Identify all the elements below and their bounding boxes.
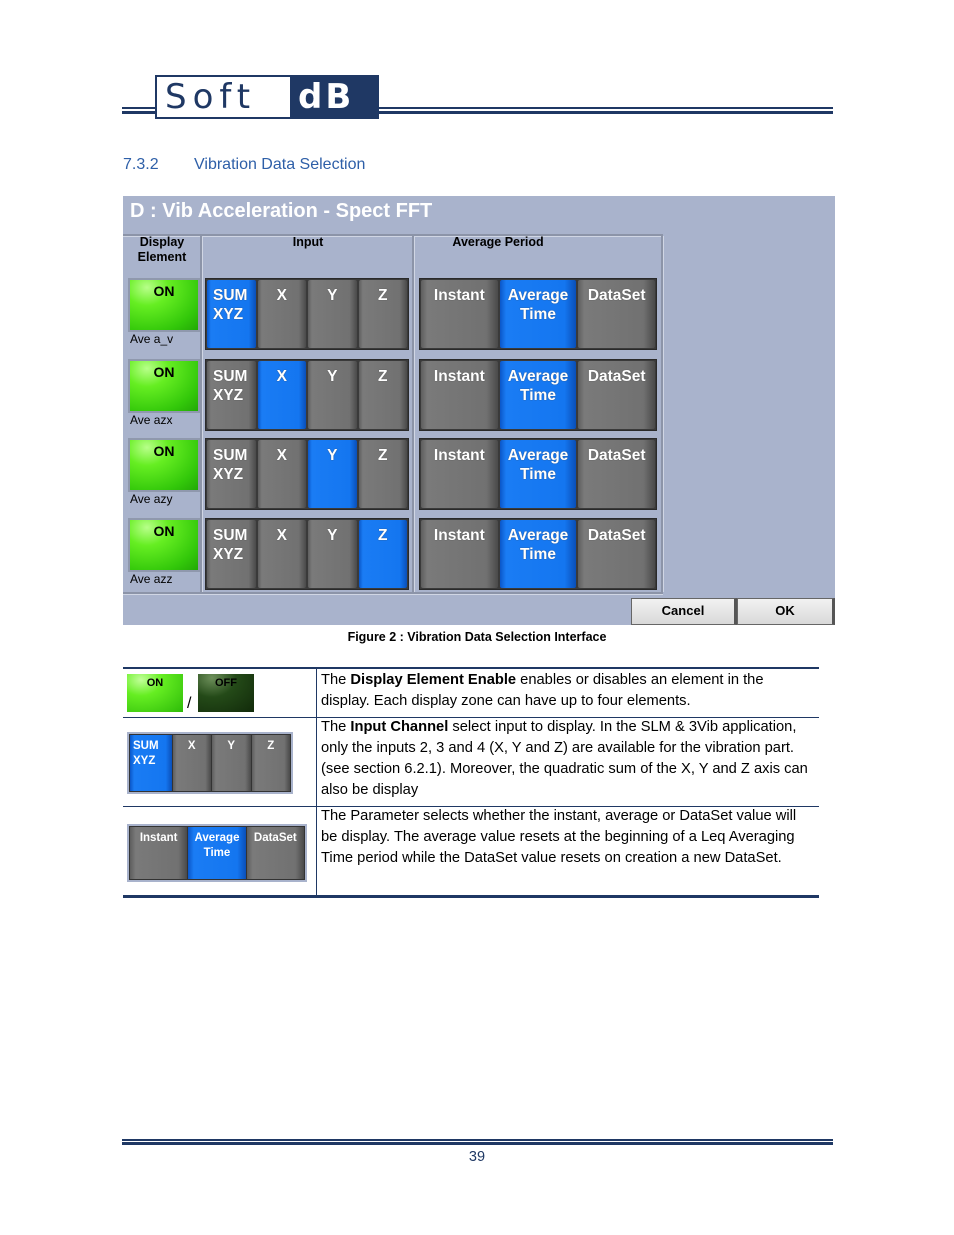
vib-data-selection-dialog: D : Vib Acceleration - Spect FFT Display… (123, 196, 835, 625)
bold-term: Input Channel (350, 719, 449, 735)
display-element-toggle[interactable]: ON (128, 438, 200, 492)
input-button-x[interactable]: X (257, 520, 307, 588)
element-row: ON Ave azx SUM XYZ X Y Z Instant Average Time Da… (123, 355, 663, 433)
cancel-button[interactable]: Cancel (631, 598, 737, 625)
section-heading: 7.3.2 Vibration Data Selection (123, 156, 365, 174)
period-button-average-time[interactable]: Average Time (499, 361, 577, 429)
element-label: Ave azx (130, 413, 173, 427)
input-button-y[interactable]: Y (308, 361, 357, 429)
display-element-toggle[interactable]: ON (128, 359, 200, 413)
element-label: Ave azz (130, 572, 173, 586)
period-button-dataset[interactable]: DataSet (578, 280, 656, 348)
element-row: ON Ave azy SUM XYZ X Y Z Instant Average Time Da… (123, 434, 663, 512)
input-button-sum-xyz[interactable]: SUM XYZ (207, 361, 256, 429)
average-period-group: Instant Average Time DataSet (419, 359, 657, 431)
text-fragment: The (321, 719, 351, 735)
input-channel-description: The Input Channel select input to displa… (321, 717, 816, 801)
element-row: ON Ave azz SUM XYZ X Y Z Instant Average Time Da… (123, 514, 663, 592)
period-button-instant[interactable]: Instant (421, 361, 498, 429)
input-button-sum-xyz[interactable]: SUM XYZ (207, 520, 256, 588)
grid-bottom-divider (123, 592, 663, 595)
figure-caption: Figure 2 : Vibration Data Selection Inte… (347, 630, 607, 644)
sample-period-button: Instant (130, 827, 188, 879)
element-label: Ave azy (130, 492, 173, 506)
parameter-description: The Parameter selects whether the instan… (321, 808, 797, 866)
input-button-y[interactable]: Y (308, 280, 357, 348)
display-element-toggle[interactable]: ON (128, 278, 200, 332)
section-title: Vibration Data Selection (194, 156, 366, 173)
logo-soft-text: Soft (165, 77, 257, 117)
average-period-group: Instant Average Time DataSet (419, 278, 657, 350)
display-element-toggle[interactable]: ON (128, 518, 200, 572)
period-button-average-time[interactable]: Average Time (499, 280, 577, 348)
average-period-group: Instant Average Time DataSet (419, 438, 657, 510)
period-button-dataset[interactable]: DataSet (578, 361, 656, 429)
sample-period-button: DataSet (246, 827, 304, 879)
column-header-display-element: Display Element (137, 235, 187, 264)
bold-term: Display Element Enable (350, 672, 517, 688)
input-channel-group: SUM XYZ X Y Z (205, 518, 409, 590)
footer-rule-thick (122, 1142, 833, 1145)
sample-input-button: Z (251, 735, 290, 791)
logo-db-text: dB (290, 77, 377, 117)
input-button-x[interactable]: X (257, 361, 307, 429)
period-button-instant[interactable]: Instant (421, 520, 498, 588)
column-header-input: Input (292, 235, 324, 249)
section-number: 7.3.2 (123, 156, 159, 173)
on-toggle-sample: ON (127, 674, 183, 712)
sample-input-button: SUM XYZ (130, 735, 172, 791)
text-fragment: The (321, 672, 351, 688)
period-button-instant[interactable]: Instant (421, 280, 498, 348)
sample-period-button: Average Time (188, 827, 246, 879)
input-button-z[interactable]: Z (358, 280, 407, 348)
dialog-title: D : Vib Acceleration - Spect FFT (130, 200, 433, 222)
softdb-logo: Soft dB (155, 75, 379, 119)
sample-input-button: X (172, 735, 211, 791)
period-button-average-time[interactable]: Average Time (499, 520, 577, 588)
input-button-x[interactable]: X (257, 440, 307, 508)
element-row: ON Ave a_v SUM XYZ X Y Z Instant Average Time Da… (123, 274, 663, 352)
input-button-y[interactable]: Y (308, 520, 357, 588)
sample-input-button: Y (212, 735, 251, 791)
page-number: 39 (468, 1149, 486, 1165)
average-period-sample: Instant Average Time DataSet (127, 824, 307, 882)
period-button-average-time[interactable]: Average Time (499, 440, 577, 508)
ok-button[interactable]: OK (737, 598, 835, 625)
off-toggle-sample: OFF (198, 674, 254, 712)
input-button-sum-xyz[interactable]: SUM XYZ (207, 280, 256, 348)
display-element-description: The Display Element Enable enables or di… (321, 670, 816, 712)
input-button-y[interactable]: Y (308, 440, 357, 508)
average-period-group: Instant Average Time DataSet (419, 518, 657, 590)
input-channel-sample: SUM XYZ X Y Z (127, 732, 293, 794)
period-button-dataset[interactable]: DataSet (578, 520, 656, 588)
table-bottom-rule (123, 895, 819, 898)
column-header-average-period: Average Period (452, 235, 544, 249)
input-button-sum-xyz[interactable]: SUM XYZ (207, 440, 256, 508)
period-button-instant[interactable]: Instant (421, 440, 498, 508)
table-top-rule (123, 667, 819, 669)
period-button-dataset[interactable]: DataSet (578, 440, 656, 508)
input-channel-group: SUM XYZ X Y Z (205, 438, 409, 510)
footer-rule-thin (122, 1139, 833, 1141)
input-channel-group: SUM XYZ X Y Z (205, 278, 409, 350)
input-button-z[interactable]: Z (358, 520, 407, 588)
input-button-x[interactable]: X (257, 280, 307, 348)
separator-slash: / (187, 695, 192, 712)
table-column-divider (316, 669, 317, 895)
element-label: Ave a_v (130, 332, 174, 346)
input-channel-group: SUM XYZ X Y Z (205, 359, 409, 431)
input-button-z[interactable]: Z (358, 361, 407, 429)
input-button-z[interactable]: Z (358, 440, 407, 508)
